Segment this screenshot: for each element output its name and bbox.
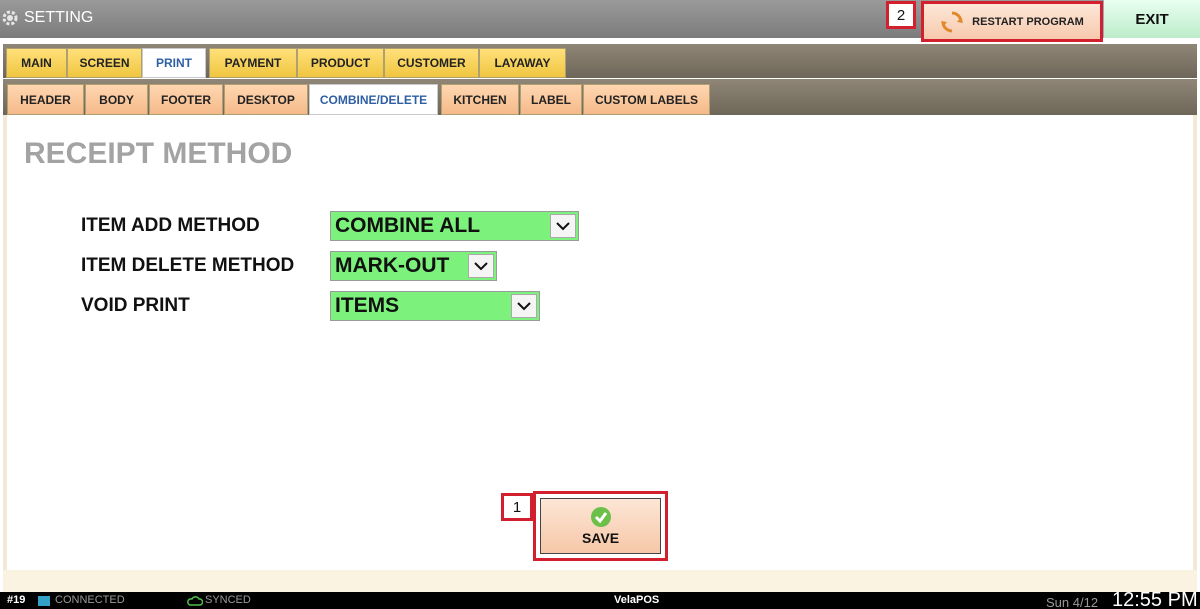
save-button[interactable]: SAVE [533, 491, 668, 561]
tab-screen[interactable]: SCREEN [67, 48, 142, 78]
cloud-icon [187, 596, 203, 606]
sync-status: SYNCED [205, 594, 251, 606]
tab-product[interactable]: PRODUCT [297, 48, 384, 78]
window-title: SETTING [24, 9, 94, 26]
callout-2: 2 [886, 1, 916, 29]
tab-layaway[interactable]: LAYAWAY [479, 48, 566, 78]
chevron-down-icon[interactable] [468, 254, 494, 278]
restart-program-button[interactable]: RESTART PROGRAM [921, 1, 1103, 42]
status-time: 12:55 PM [1112, 589, 1198, 609]
gear-icon [2, 10, 18, 26]
chevron-down-icon[interactable] [550, 214, 576, 238]
item-add-method-label: ITEM ADD METHOD [81, 215, 260, 236]
tab-combine-delete[interactable]: COMBINE/DELETE [309, 84, 438, 115]
callout-1: 1 [501, 493, 533, 521]
tab-label[interactable]: LABEL [520, 84, 582, 115]
restart-icon [941, 11, 964, 32]
main-tab-strip: MAIN SCREEN PRINT PAYMENT PRODUCT CUSTOM… [3, 44, 1197, 78]
tab-customer[interactable]: CUSTOMER [384, 48, 479, 78]
tab-kitchen[interactable]: KITCHEN [441, 84, 519, 115]
tab-custom-labels[interactable]: CUSTOM LABELS [583, 84, 710, 115]
tab-body[interactable]: BODY [85, 84, 148, 115]
item-delete-method-value: MARK-OUT [335, 254, 450, 277]
status-date: Sun 4/12 [1046, 595, 1099, 609]
section-title: RECEIPT METHOD [24, 137, 293, 170]
item-delete-method-label: ITEM DELETE METHOD [81, 255, 295, 276]
void-print-value: ITEMS [335, 294, 400, 317]
check-icon [590, 507, 611, 527]
tab-print[interactable]: PRINT [142, 48, 206, 78]
item-add-method-select[interactable]: COMBINE ALL [330, 211, 579, 241]
station-number: #19 [7, 594, 26, 606]
connection-icon [38, 596, 50, 606]
exit-button[interactable]: EXIT [1103, 0, 1200, 38]
tab-desktop[interactable]: DESKTOP [224, 84, 308, 115]
panel-footer [3, 570, 1197, 592]
connection-status: CONNECTED [55, 594, 125, 606]
tab-header[interactable]: HEADER [7, 84, 84, 115]
chevron-down-icon[interactable] [511, 294, 537, 318]
void-print-label: VOID PRINT [81, 295, 190, 316]
sub-tab-strip: HEADER BODY FOOTER DESKTOP COMBINE/DELET… [3, 79, 1197, 115]
item-add-method-value: COMBINE ALL [335, 214, 481, 237]
tab-footer[interactable]: FOOTER [149, 84, 223, 115]
exit-label: EXIT [1135, 10, 1169, 28]
item-delete-method-select[interactable]: MARK-OUT [330, 251, 497, 281]
tab-main[interactable]: MAIN [6, 48, 67, 78]
tab-payment[interactable]: PAYMENT [209, 48, 297, 78]
status-bar: #19 CONNECTED SYNCED VelaPOS Sun 4/12 12… [0, 589, 1200, 609]
restart-program-label: RESTART PROGRAM [972, 15, 1084, 28]
save-label: SAVE [581, 530, 620, 546]
app-name: VelaPOS [614, 594, 660, 606]
void-print-select[interactable]: ITEMS [330, 291, 540, 321]
